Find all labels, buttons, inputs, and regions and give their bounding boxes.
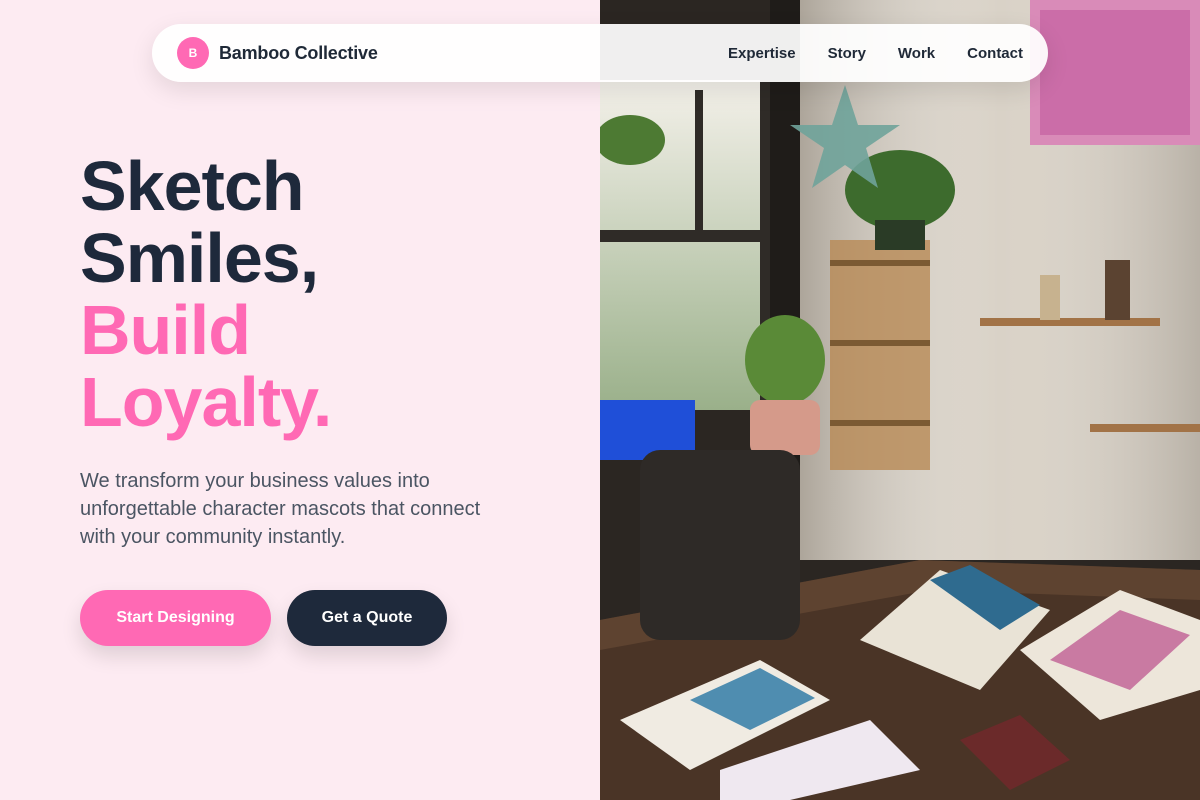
brand-logo-icon: B: [177, 37, 209, 69]
nav-link-expertise[interactable]: Expertise: [728, 45, 796, 62]
hero-subtitle: We transform your business values into u…: [80, 470, 481, 548]
nav-link-story[interactable]: Story: [828, 45, 866, 62]
headline-line-4: Loyalty.: [80, 363, 332, 441]
nav-link-work[interactable]: Work: [898, 45, 935, 62]
get-a-quote-button[interactable]: Get a Quote: [287, 590, 447, 646]
brand-name: Bamboo Collective: [219, 42, 378, 63]
navbar: B Bamboo Collective Expertise Story Work…: [152, 24, 1048, 82]
start-designing-button[interactable]: Start Designing: [80, 590, 271, 646]
headline-line-1: Sketch: [80, 147, 305, 225]
studio-illustration: [600, 0, 1200, 800]
headline-line-2: Smiles,: [80, 219, 319, 297]
nav-menu: Expertise Story Work Contact: [728, 45, 1023, 62]
nav-link-contact[interactable]: Contact: [967, 45, 1023, 62]
headline-line-3: Build: [80, 291, 251, 369]
hero-headline: Sketch Smiles, Build Loyalty.: [80, 147, 332, 441]
brand[interactable]: B Bamboo Collective: [177, 37, 378, 69]
hero-photo: [600, 0, 1200, 800]
